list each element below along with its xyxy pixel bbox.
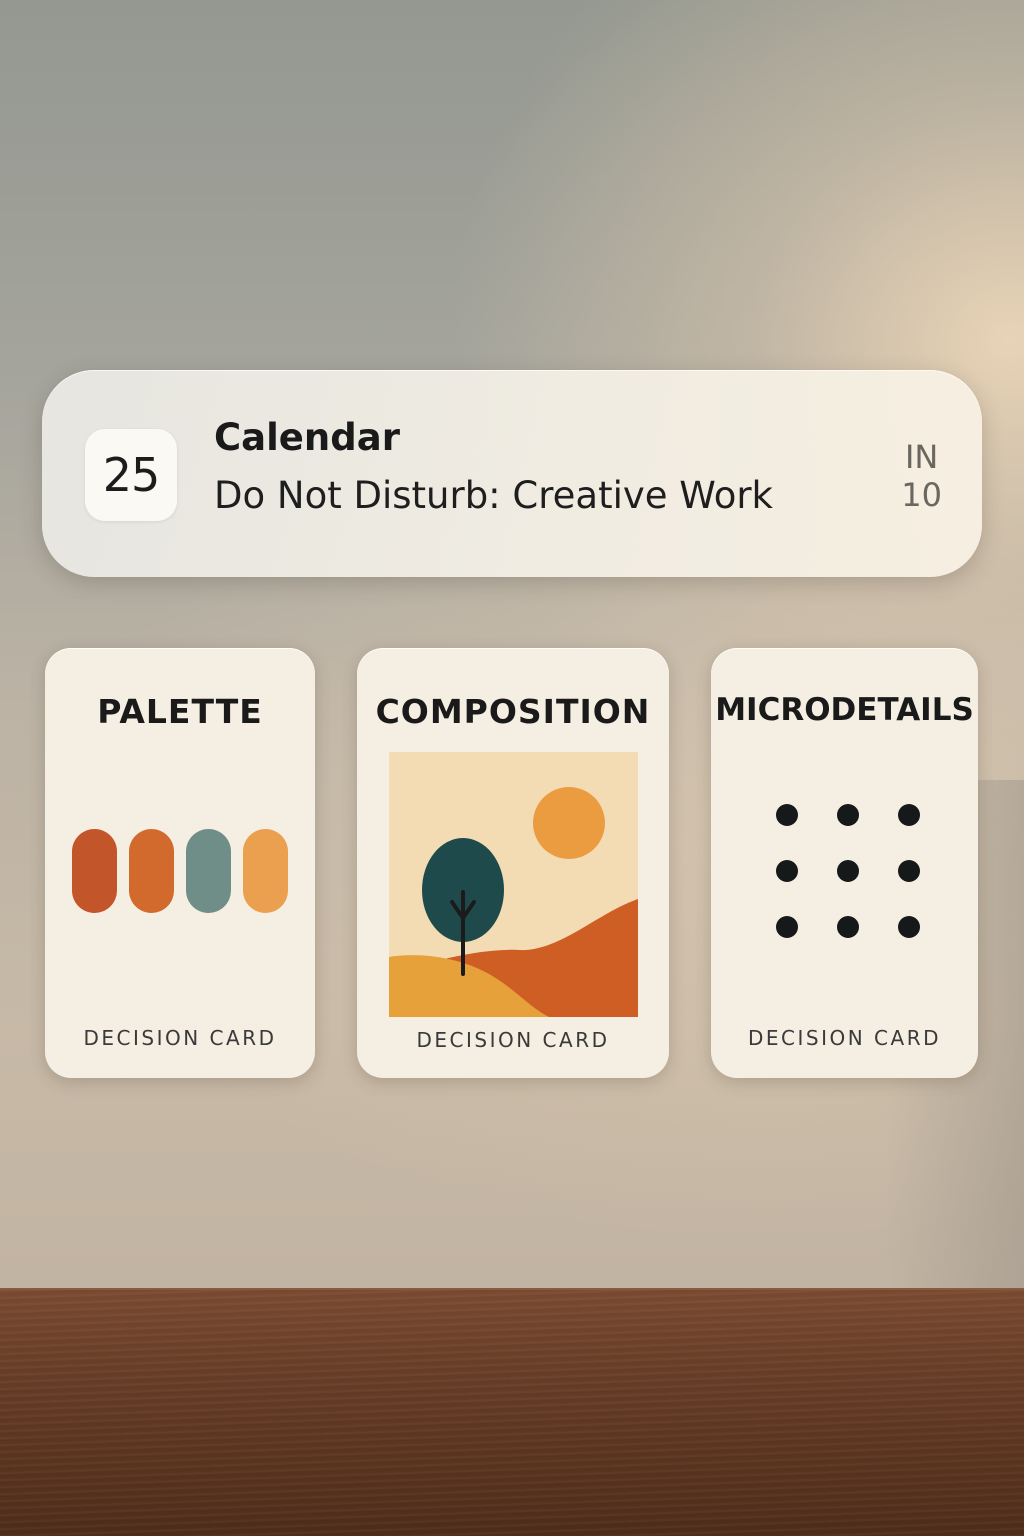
art-sun xyxy=(533,787,605,859)
decision-card-palette[interactable]: PALETTE DECISION CARD xyxy=(45,648,315,1078)
swatch-2 xyxy=(129,829,174,913)
swatch-4 xyxy=(243,829,288,913)
dot xyxy=(776,916,798,938)
decision-card-composition[interactable]: COMPOSITION DECISION CARD xyxy=(357,648,669,1078)
swatch-3 xyxy=(186,829,231,913)
wall-background xyxy=(0,0,1024,1290)
dot-grid xyxy=(763,803,927,943)
calendar-notification[interactable]: 25 Calendar Do Not Disturb: Creative Wor… xyxy=(42,370,982,577)
card-title: COMPOSITION xyxy=(375,692,651,731)
decision-card-microdetails[interactable]: MICRODETAILS DECISION CARD xyxy=(711,648,978,1078)
desktop-scene: 25 Calendar Do Not Disturb: Creative Wor… xyxy=(0,0,1024,1536)
notification-time-value: 10 xyxy=(901,476,942,514)
card-title: PALETTE xyxy=(97,692,263,731)
card-title: MICRODETAILS xyxy=(715,692,974,728)
color-swatches xyxy=(72,829,288,915)
notification-app-name: Calendar xyxy=(214,416,400,459)
dot xyxy=(898,860,920,882)
dot xyxy=(898,804,920,826)
dot xyxy=(898,916,920,938)
calendar-day: 25 xyxy=(102,448,161,502)
dot xyxy=(837,916,859,938)
card-footer: DECISION CARD xyxy=(416,1028,610,1052)
dot xyxy=(776,804,798,826)
dot xyxy=(837,860,859,882)
calendar-icon: 25 xyxy=(85,429,177,521)
notification-time-prefix: IN xyxy=(904,438,939,476)
dot xyxy=(837,804,859,826)
wooden-desk xyxy=(0,1288,1024,1536)
landscape-illustration xyxy=(389,752,638,1017)
notification-message: Do Not Disturb: Creative Work xyxy=(214,474,773,517)
notification-time: IN 10 xyxy=(901,438,942,514)
dot xyxy=(776,860,798,882)
swatch-1 xyxy=(72,829,117,913)
card-footer: DECISION CARD xyxy=(748,1026,941,1050)
card-footer: DECISION CARD xyxy=(83,1026,277,1050)
